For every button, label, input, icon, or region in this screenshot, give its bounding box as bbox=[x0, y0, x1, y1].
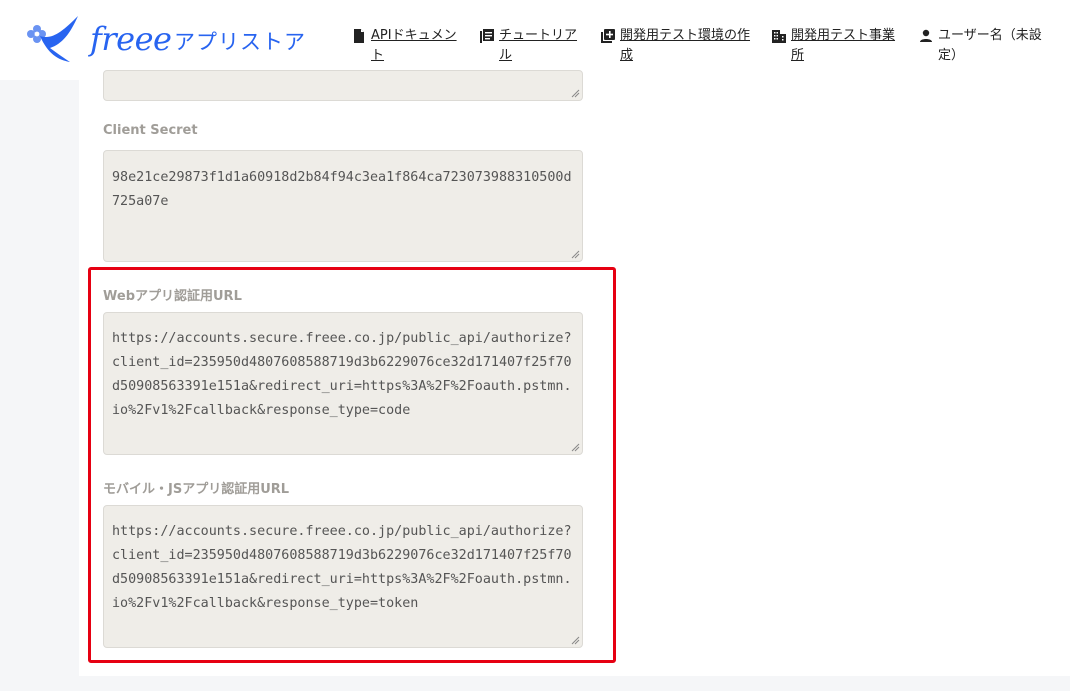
nav-user-menu[interactable]: ユーザー名（未設定） bbox=[918, 26, 1050, 66]
user-icon bbox=[920, 29, 932, 42]
logo-store-text: アプリストア bbox=[174, 30, 306, 54]
freee-app-store-logo[interactable]: freee アプリストア bbox=[22, 14, 312, 66]
nav-api-docs-link[interactable]: APIドキュメント bbox=[371, 26, 463, 66]
top-header: freee アプリストア APIドキュメント チュートリアル 開発用テスト環境の… bbox=[0, 0, 1070, 80]
resize-grip-icon[interactable] bbox=[571, 89, 580, 98]
client-secret-value: 98e21ce29873f1d1a60918d2b84f94c3ea1f864c… bbox=[112, 170, 572, 209]
right-blank-area bbox=[614, 80, 1070, 676]
user-name-label[interactable]: ユーザー名（未設定） bbox=[938, 26, 1050, 66]
nav-create-test-env-link[interactable]: 開発用テスト環境の作成 bbox=[620, 26, 758, 66]
book-icon bbox=[480, 29, 494, 43]
nav-tutorial-link[interactable]: チュートリアル bbox=[499, 26, 583, 66]
highlight-box bbox=[88, 267, 616, 663]
resize-grip-icon[interactable] bbox=[571, 250, 580, 259]
add-box-icon bbox=[601, 29, 615, 43]
client-id-textarea[interactable] bbox=[103, 70, 583, 101]
nav-test-company-link[interactable]: 開発用テスト事業所 bbox=[791, 26, 903, 66]
client-secret-label: Client Secret bbox=[103, 123, 198, 138]
bird-logo-icon bbox=[27, 16, 78, 62]
logo-wordmark: freee bbox=[90, 20, 172, 58]
client-secret-textarea[interactable]: 98e21ce29873f1d1a60918d2b84f94c3ea1f864c… bbox=[103, 150, 583, 262]
nav-create-test-env[interactable]: 開発用テスト環境の作成 bbox=[600, 26, 758, 66]
nav-api-docs[interactable]: APIドキュメント bbox=[351, 26, 463, 66]
building-icon bbox=[772, 30, 786, 43]
nav-tutorial[interactable]: チュートリアル bbox=[479, 26, 583, 66]
nav-test-company[interactable]: 開発用テスト事業所 bbox=[771, 26, 903, 66]
document-icon bbox=[354, 29, 364, 43]
